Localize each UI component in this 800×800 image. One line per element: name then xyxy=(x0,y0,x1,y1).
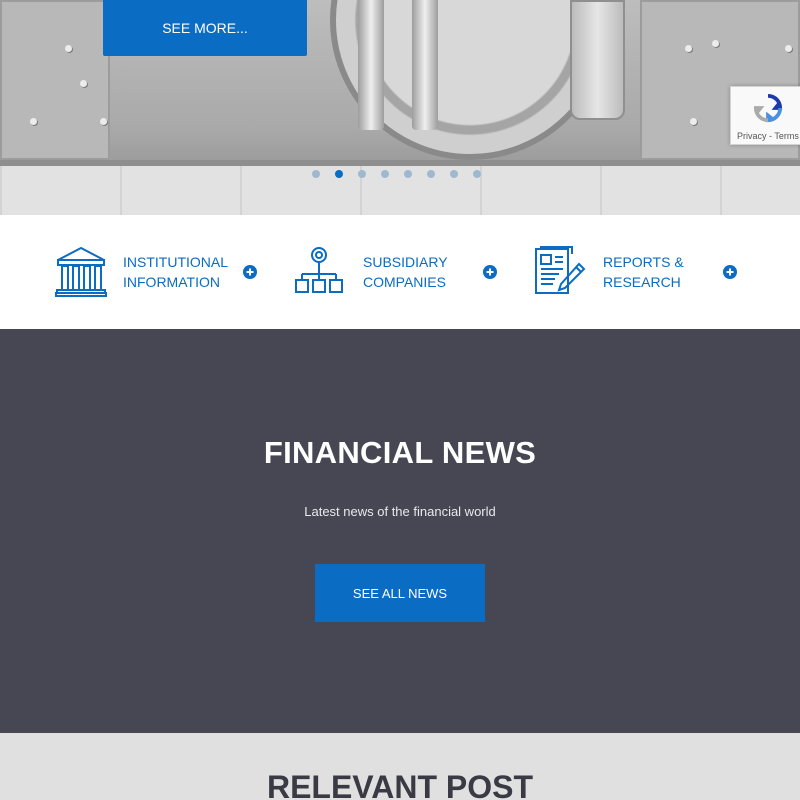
feature-institutional-information[interactable]: INSTITUTIONAL INFORMATION xyxy=(55,215,257,329)
recaptcha-links[interactable]: Privacy - Terms xyxy=(737,131,799,141)
feature-label: SUBSIDIARY COMPANIES xyxy=(363,252,479,292)
vault-bolt xyxy=(358,0,384,130)
relevant-post-section: RELEVANT POST xyxy=(0,733,800,800)
rivet xyxy=(30,118,37,125)
rivet xyxy=(100,118,107,125)
feature-subsidiary-companies[interactable]: SUBSIDIARY COMPANIES xyxy=(295,215,497,329)
plus-circle-icon[interactable] xyxy=(723,265,737,279)
rivet xyxy=(712,40,719,47)
see-all-news-button[interactable]: SEE ALL NEWS xyxy=(315,564,485,622)
slider-dot[interactable] xyxy=(358,170,366,178)
slider-dot-active[interactable] xyxy=(335,170,343,178)
rivet xyxy=(785,45,792,52)
vault-bolt xyxy=(412,0,438,130)
vault-hinge xyxy=(570,0,625,120)
vault-wall-panel xyxy=(0,0,110,160)
feature-label: INSTITUTIONAL INFORMATION xyxy=(123,252,239,292)
slider-dot[interactable] xyxy=(312,170,320,178)
vault-floor xyxy=(0,160,800,215)
feature-label-line: COMPANIES xyxy=(363,274,446,290)
slider-dot[interactable] xyxy=(427,170,435,178)
slider-dot[interactable] xyxy=(381,170,389,178)
rivet xyxy=(80,80,87,87)
features-row: INSTITUTIONAL INFORMATION SUBSIDIARY COM… xyxy=(0,215,800,329)
see-more-button[interactable]: SEE MORE... xyxy=(103,0,307,56)
feature-label-line: INFORMATION xyxy=(123,274,220,290)
bank-building-icon xyxy=(55,246,107,297)
slider-dot[interactable] xyxy=(450,170,458,178)
feature-reports-research[interactable]: REPORTS & RESEARCH xyxy=(535,215,737,329)
feature-label-line: RESEARCH xyxy=(603,274,681,290)
hero-slider: SEE MORE... xyxy=(0,0,800,215)
recaptcha-badge[interactable]: Privacy - Terms xyxy=(730,86,800,145)
slider-dot[interactable] xyxy=(404,170,412,178)
rivet xyxy=(65,45,72,52)
report-document-icon xyxy=(535,246,586,294)
plus-circle-icon[interactable] xyxy=(243,265,257,279)
feature-label: REPORTS & RESEARCH xyxy=(603,252,719,292)
slider-dot[interactable] xyxy=(473,170,481,178)
plus-circle-icon[interactable] xyxy=(483,265,497,279)
section-title: FINANCIAL NEWS xyxy=(263,435,537,470)
section-subtitle: Latest news of the financial world xyxy=(304,504,496,519)
org-chart-icon xyxy=(295,247,343,293)
slider-pagination xyxy=(312,170,481,180)
feature-label-line: SUBSIDIARY xyxy=(363,254,448,270)
recaptcha-icon xyxy=(753,93,783,123)
rivet xyxy=(690,118,697,125)
rivet xyxy=(685,45,692,52)
section-title: RELEVANT POST xyxy=(266,769,534,800)
feature-label-line: REPORTS & xyxy=(603,254,684,270)
financial-news-section: FINANCIAL NEWS Latest news of the financ… xyxy=(0,329,800,733)
feature-label-line: INSTITUTIONAL xyxy=(123,254,229,270)
